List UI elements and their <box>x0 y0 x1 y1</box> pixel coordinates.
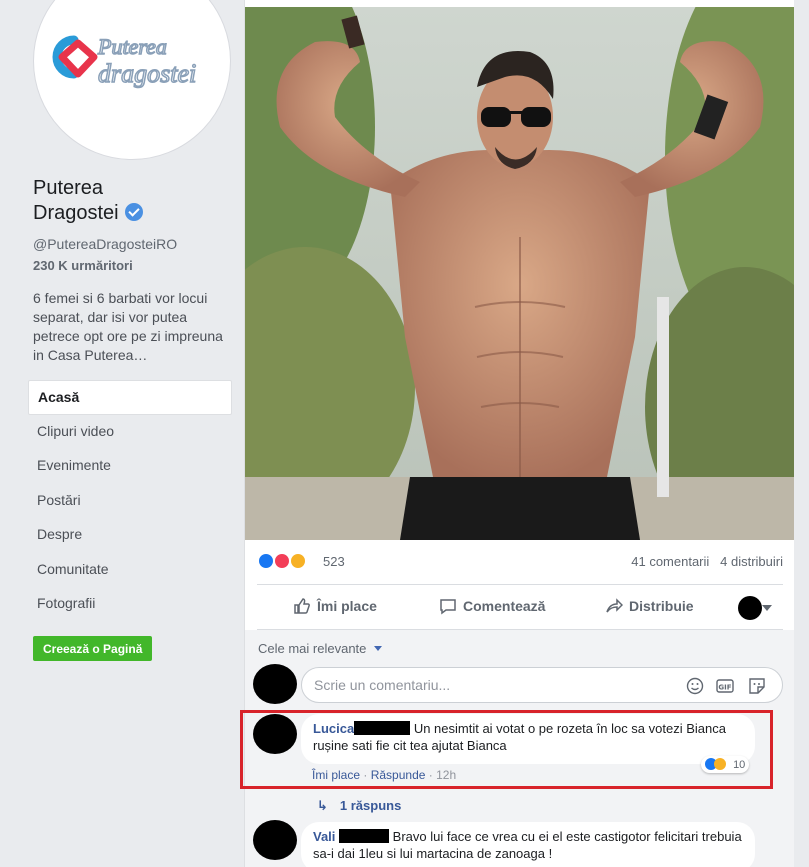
reactions-count[interactable]: 523 <box>323 554 345 569</box>
nav-item-videos[interactable]: Clipuri video <box>28 415 232 450</box>
nav-item-events[interactable]: Evenimente <box>28 449 232 484</box>
replies-count: 1 răspuns <box>339 798 402 813</box>
followers-count: 230 K urmăritori <box>33 258 133 273</box>
comment-sort-label: Cele mai relevante <box>258 641 367 656</box>
create-page-button[interactable]: Creează o Pagină <box>33 636 153 661</box>
puterea-dragostei-logo: Puterea dragostei <box>52 33 197 89</box>
nav-item-community[interactable]: Comunitate <box>28 553 232 588</box>
thumbs-up-icon <box>294 598 310 614</box>
comment-author-name[interactable]: Vali <box>313 829 335 844</box>
comment-input[interactable]: Scrie un comentariu... GIF <box>301 667 783 703</box>
redacted-surname <box>339 829 390 843</box>
page-sidebar: Puterea dragostei Puterea Dragostei @Put… <box>0 0 244 867</box>
caret-down-icon <box>374 646 383 651</box>
current-user-avatar[interactable] <box>253 664 297 704</box>
chevron-down-icon <box>762 605 772 611</box>
react-as-selector[interactable] <box>738 596 774 620</box>
nav-item-posts[interactable]: Postări <box>28 484 232 519</box>
page-title-line1[interactable]: Puterea <box>33 176 143 201</box>
highlighted-comment-box <box>240 710 773 789</box>
nav-item-photos[interactable]: Fotografii <box>28 587 232 622</box>
post-actions-bar: Îmi place Comentează Distribuie <box>257 584 783 630</box>
page-navigation: Acasă Clipuri video Evenimente Postări D… <box>28 380 232 622</box>
comment-input-placeholder: Scrie un comentariu... <box>314 677 451 693</box>
comment-sort-dropdown[interactable]: Cele mai relevante <box>258 641 383 656</box>
page-about-text: 6 femei si 6 barbati vor locui separat, … <box>33 290 223 363</box>
like-button-label: Îmi place <box>317 598 377 614</box>
speech-bubble-icon <box>440 599 456 615</box>
nav-item-home[interactable]: Acasă <box>28 380 232 415</box>
view-replies-link[interactable]: ↳ 1 răspuns <box>317 798 401 814</box>
nav-item-about[interactable]: Despre <box>28 518 232 553</box>
post-photo[interactable] <box>245 7 795 540</box>
react-as-avatar <box>738 596 762 620</box>
reply-arrow-icon: ↳ <box>317 798 328 813</box>
shares-count[interactable]: 4 distribuiri <box>720 554 783 569</box>
page-handle[interactable]: @PutereaDragosteiRO <box>33 236 177 252</box>
comments-count[interactable]: 41 comentarii <box>631 554 709 569</box>
emoji-icon[interactable] <box>686 677 704 695</box>
wow-reaction-icon[interactable] <box>289 552 307 570</box>
reactions-summary: 523 41 comentarii 4 distribuiri <box>257 550 783 574</box>
comment-button-label: Comentează <box>463 598 546 614</box>
verified-badge-icon <box>124 203 143 221</box>
sticker-icon[interactable] <box>748 677 766 695</box>
comment-button[interactable]: Comentează <box>439 597 545 615</box>
right-gutter <box>794 0 809 867</box>
share-arrow-icon <box>606 598 624 613</box>
comment-bubble: Vali Bravo lui face ce vrea cu ei el est… <box>301 822 755 867</box>
post-photo-illustration <box>245 7 795 540</box>
page-title[interactable]: Puterea Dragostei <box>33 176 143 226</box>
like-button[interactable]: Îmi place <box>293 597 377 615</box>
comments-shares-counts: 41 comentarii 4 distribuiri <box>631 554 783 569</box>
share-button-label: Distribuie <box>629 598 694 614</box>
logo-text-2: dragostei <box>98 59 196 88</box>
comment-author-avatar[interactable] <box>253 820 297 860</box>
share-button[interactable]: Distribuie <box>605 597 694 615</box>
gif-icon[interactable]: GIF <box>716 677 734 695</box>
page-title-line2[interactable]: Dragostei <box>33 202 119 224</box>
svg-text:GIF: GIF <box>718 684 731 692</box>
logo-text-1: Puterea <box>97 34 167 59</box>
